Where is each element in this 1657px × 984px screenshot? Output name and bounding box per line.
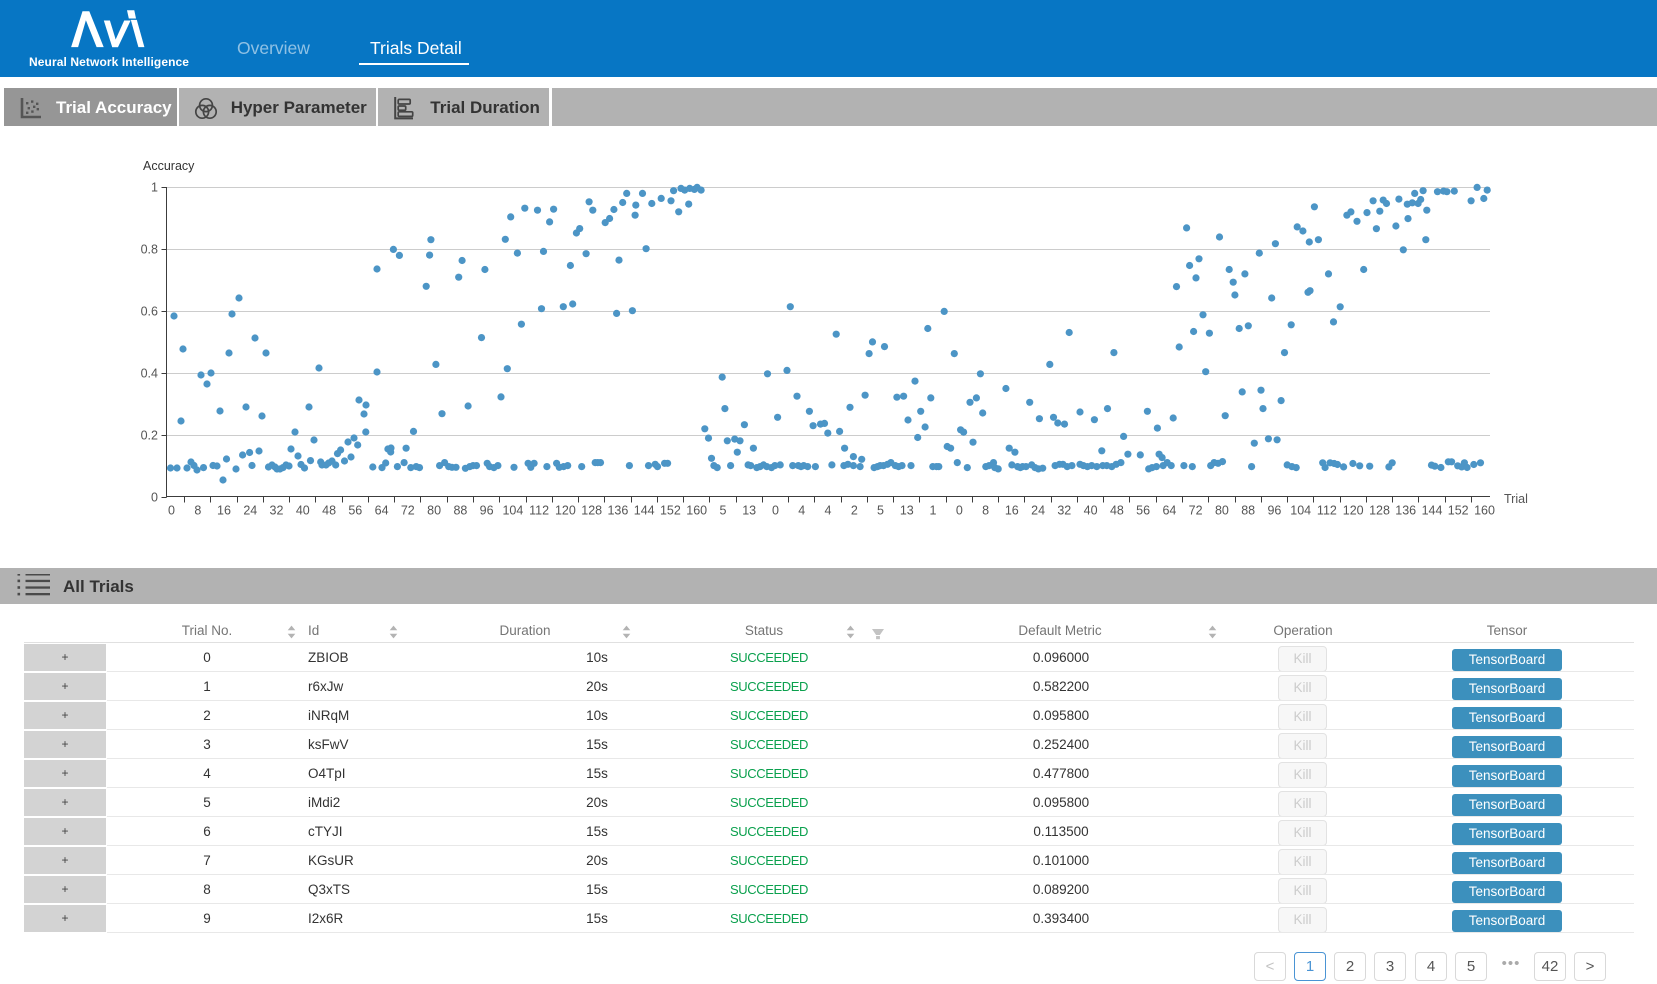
svg-text:0.8: 0.8: [141, 243, 158, 257]
svg-text:160: 160: [686, 504, 707, 518]
svg-text:Trial: Trial: [1504, 492, 1528, 506]
svg-text:5: 5: [720, 504, 727, 518]
svg-text:0: 0: [956, 504, 963, 518]
svg-text:80: 80: [427, 504, 441, 518]
svg-text:0: 0: [151, 491, 158, 505]
svg-text:32: 32: [1057, 504, 1071, 518]
svg-text:64: 64: [375, 504, 389, 518]
svg-text:64: 64: [1162, 504, 1176, 518]
svg-text:152: 152: [660, 504, 681, 518]
svg-text:2: 2: [851, 504, 858, 518]
svg-text:16: 16: [1005, 504, 1019, 518]
svg-text:88: 88: [453, 504, 467, 518]
svg-text:13: 13: [742, 504, 756, 518]
svg-text:160: 160: [1474, 504, 1495, 518]
svg-text:0: 0: [772, 504, 779, 518]
svg-text:88: 88: [1241, 504, 1255, 518]
svg-text:136: 136: [607, 504, 628, 518]
svg-text:120: 120: [555, 504, 576, 518]
svg-text:112: 112: [1317, 504, 1337, 518]
svg-text:136: 136: [1395, 504, 1416, 518]
svg-text:96: 96: [1267, 504, 1281, 518]
svg-text:0: 0: [168, 504, 175, 518]
svg-text:32: 32: [270, 504, 284, 518]
svg-text:Accuracy: Accuracy: [143, 159, 195, 173]
svg-text:48: 48: [1110, 504, 1124, 518]
svg-text:128: 128: [1369, 504, 1390, 518]
svg-text:24: 24: [1031, 504, 1045, 518]
svg-text:1: 1: [151, 181, 158, 195]
svg-text:13: 13: [900, 504, 914, 518]
svg-text:56: 56: [1136, 504, 1150, 518]
svg-text:0.2: 0.2: [141, 429, 158, 443]
svg-text:144: 144: [634, 504, 655, 518]
svg-text:40: 40: [296, 504, 310, 518]
svg-text:8: 8: [982, 504, 989, 518]
svg-text:56: 56: [348, 504, 362, 518]
svg-text:112: 112: [529, 504, 549, 518]
svg-text:104: 104: [502, 504, 523, 518]
svg-text:0.6: 0.6: [141, 305, 158, 319]
svg-text:104: 104: [1290, 504, 1311, 518]
svg-text:72: 72: [1189, 504, 1203, 518]
svg-text:96: 96: [480, 504, 494, 518]
svg-text:80: 80: [1215, 504, 1229, 518]
svg-text:4: 4: [825, 504, 832, 518]
svg-text:144: 144: [1422, 504, 1443, 518]
svg-text:16: 16: [217, 504, 231, 518]
svg-text:0.4: 0.4: [141, 367, 158, 381]
svg-text:4: 4: [798, 504, 805, 518]
svg-text:1: 1: [930, 504, 937, 518]
svg-text:120: 120: [1343, 504, 1364, 518]
svg-text:8: 8: [194, 504, 201, 518]
svg-text:72: 72: [401, 504, 415, 518]
svg-text:40: 40: [1084, 504, 1098, 518]
svg-text:24: 24: [243, 504, 257, 518]
svg-text:128: 128: [581, 504, 602, 518]
svg-text:48: 48: [322, 504, 336, 518]
svg-text:5: 5: [877, 504, 884, 518]
svg-text:152: 152: [1448, 504, 1469, 518]
